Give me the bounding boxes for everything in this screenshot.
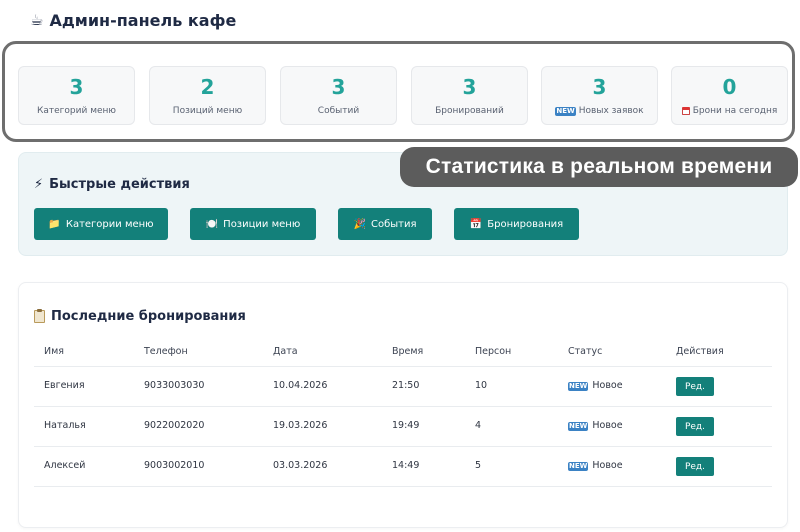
folder-icon: 📁 — [48, 218, 61, 230]
edit-button[interactable]: Ред. — [676, 417, 714, 436]
cell-date: 10.04.2026 — [273, 380, 328, 391]
section-title-text: Быстрые действия — [49, 177, 190, 192]
quick-actions-title: ⚡ Быстрые действия — [34, 177, 190, 192]
clipboard-icon — [34, 309, 45, 323]
new-badge-icon: NEW — [568, 461, 589, 471]
cell-name: Евгения — [44, 380, 85, 391]
cell-persons: 5 — [475, 460, 482, 471]
lightning-icon: ⚡ — [34, 177, 44, 192]
cell-persons: 10 — [475, 380, 488, 391]
menu-items-button[interactable]: 🍽️ Позиции меню — [190, 208, 316, 240]
cell-time: 19:49 — [392, 420, 420, 431]
menu-categories-button[interactable]: 📁 Категории меню — [34, 208, 168, 240]
row-divider — [34, 406, 772, 407]
section-title-text: Последние бронирования — [51, 309, 246, 324]
cell-phone: 9003002010 — [144, 460, 205, 471]
cell-time: 14:49 — [392, 460, 420, 471]
column-header-actions: Действия — [676, 346, 724, 357]
status-text: Новое — [592, 460, 623, 471]
button-label: Позиции меню — [223, 218, 301, 230]
page-title: Админ-панель кафе — [49, 10, 237, 30]
button-label: Бронирования — [487, 218, 564, 230]
status-text: Новое — [592, 420, 623, 431]
cell-status: NEW Новое — [568, 460, 623, 472]
recent-bookings-title: Последние бронирования — [34, 309, 246, 324]
cell-date: 03.03.2026 — [273, 460, 328, 471]
edit-button[interactable]: Ред. — [676, 377, 714, 396]
column-header-persons: Персон — [475, 346, 512, 357]
edit-button[interactable]: Ред. — [676, 457, 714, 476]
column-header-status: Статус — [568, 346, 603, 357]
page-header: ☕ Админ-панель кафе — [30, 9, 236, 31]
cell-status: NEW Новое — [568, 380, 623, 392]
bookings-button[interactable]: 📅 Бронирования — [454, 208, 579, 240]
coffee-icon: ☕ — [30, 11, 44, 29]
cell-name: Наталья — [44, 420, 86, 431]
row-divider — [34, 486, 772, 487]
table-header-divider — [34, 366, 772, 367]
realtime-stats-caption: Статистика в реальном времени — [400, 147, 798, 187]
cell-time: 21:50 — [392, 380, 420, 391]
status-text: Новое — [592, 380, 623, 391]
column-header-date: Дата — [273, 346, 298, 357]
column-header-phone: Телефон — [144, 346, 188, 357]
cell-persons: 4 — [475, 420, 482, 431]
events-button[interactable]: 🎉 События — [338, 208, 432, 240]
column-header-name: Имя — [44, 346, 64, 357]
button-label: События — [370, 218, 417, 230]
cell-status: NEW Новое — [568, 420, 623, 432]
cell-phone: 9022002020 — [144, 420, 205, 431]
plate-icon: 🍽️ — [205, 218, 219, 230]
button-label: Категории меню — [65, 218, 154, 230]
party-icon: 🎉 — [353, 218, 366, 230]
row-divider — [34, 446, 772, 447]
cell-name: Алексей — [44, 460, 86, 471]
stats-highlight-frame — [2, 41, 795, 142]
new-badge-icon: NEW — [568, 421, 589, 431]
column-header-time: Время — [392, 346, 424, 357]
calendar-icon: 📅 — [469, 218, 483, 230]
new-badge-icon: NEW — [568, 381, 589, 391]
cell-phone: 9033003030 — [144, 380, 205, 391]
cell-date: 19.03.2026 — [273, 420, 328, 431]
